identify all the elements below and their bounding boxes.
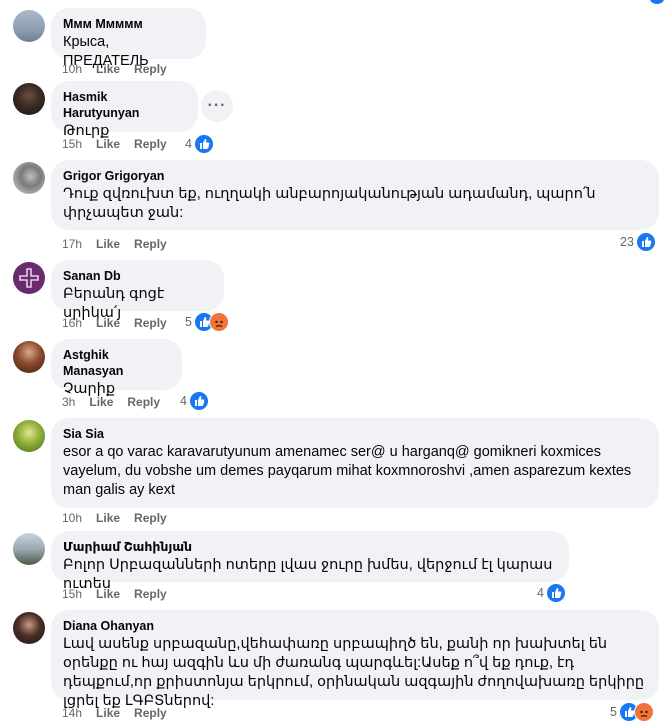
avatar[interactable] bbox=[13, 612, 45, 644]
like-button[interactable]: Like bbox=[96, 586, 120, 602]
comment-bubble: Sanan Db Բերանդ գոցէ սրիկա՛յ bbox=[51, 260, 224, 321]
comment-actions: 15h Like Reply bbox=[62, 586, 181, 602]
more-options-button[interactable]: ··· bbox=[201, 90, 233, 122]
reaction-summary[interactable]: 5 bbox=[610, 702, 654, 722]
comment-actions: 3h Like Reply bbox=[62, 394, 174, 410]
comment-author[interactable]: Hasmik Harutyunyan bbox=[63, 89, 186, 121]
reaction-edge bbox=[650, 0, 664, 4]
comment-bubble: Grigor Grigoryan Դուք զվռուխտ եք, ուղղակ… bbox=[51, 160, 659, 230]
reply-button[interactable]: Reply bbox=[134, 705, 167, 721]
like-reaction-icon bbox=[188, 391, 209, 411]
comment-bubble: Hasmik Harutyunyan Թուրք bbox=[51, 81, 198, 139]
comment-actions: 10h Like Reply bbox=[62, 61, 181, 77]
comment-actions: 16h Like Reply bbox=[62, 315, 181, 331]
comment-author[interactable]: Sia Sia bbox=[63, 426, 647, 442]
comment-actions: 15h Like Reply bbox=[62, 136, 181, 152]
comment-bubble: Astghik Manasyan Չարիք bbox=[51, 339, 182, 397]
reaction-summary[interactable]: 23 bbox=[620, 232, 656, 252]
comment-bubble: Sia Sia esor a qo varac karavarutyunum a… bbox=[51, 418, 659, 508]
reply-button[interactable]: Reply bbox=[134, 586, 167, 602]
comment-text: Լավ ասենք սրբազանը,վեհափառը սրբապիղծ են,… bbox=[63, 636, 645, 709]
comment-text: esor a qo varac karavarutyunum amenamec … bbox=[63, 444, 632, 498]
reaction-summary[interactable]: 4 bbox=[185, 134, 214, 154]
comment-bubble: Diana Ohanyan Լավ ասենք սրբազանը,վեհափառ… bbox=[51, 610, 659, 709]
reaction-count: 5 bbox=[185, 315, 192, 329]
reaction-count: 5 bbox=[610, 705, 617, 719]
comment-author[interactable]: Sanan Db bbox=[63, 268, 212, 284]
comment-time[interactable]: 14h bbox=[62, 705, 82, 721]
comment-time[interactable]: 15h bbox=[62, 586, 82, 602]
reaction-summary[interactable]: 5 bbox=[185, 312, 229, 332]
reaction-summary[interactable]: 4 bbox=[180, 391, 209, 411]
reaction-summary[interactable]: 4 bbox=[537, 583, 566, 603]
comment-bubble: Մարիամ Շահինյան Բոլոր Սրբազանների ոտերը … bbox=[51, 531, 569, 592]
comment-actions: 14h Like Reply bbox=[62, 705, 181, 721]
like-reaction-icon bbox=[635, 232, 656, 252]
comment-actions: 17h Like Reply bbox=[62, 236, 181, 252]
cross-emblem-icon bbox=[19, 268, 39, 288]
comment-author[interactable]: Grigor Grigoryan bbox=[63, 168, 647, 184]
like-button[interactable]: Like bbox=[96, 510, 120, 526]
comment-author[interactable]: Ммм Ммммм bbox=[63, 16, 194, 32]
avatar[interactable] bbox=[13, 262, 45, 294]
avatar[interactable] bbox=[13, 10, 45, 42]
ellipsis-icon: ··· bbox=[207, 97, 227, 114]
comment-bubble: Ммм Ммммм Крыса, ПРЕДАТЕЛЬ bbox=[51, 8, 206, 69]
reply-button[interactable]: Reply bbox=[134, 510, 167, 526]
reaction-count: 4 bbox=[185, 137, 192, 151]
comment-text: Դուք զվռուխտ եք, ուղղակի անբարոյականությ… bbox=[63, 186, 596, 221]
comment-actions: 10h Like Reply bbox=[62, 510, 181, 526]
avatar[interactable] bbox=[13, 341, 45, 373]
like-button[interactable]: Like bbox=[89, 394, 113, 410]
reaction-count: 23 bbox=[620, 235, 634, 249]
angry-reaction-icon bbox=[208, 312, 229, 332]
avatar[interactable] bbox=[13, 533, 45, 565]
avatar[interactable] bbox=[13, 162, 45, 194]
reply-button[interactable]: Reply bbox=[134, 236, 167, 252]
comment-time[interactable]: 16h bbox=[62, 315, 82, 331]
reply-button[interactable]: Reply bbox=[134, 61, 167, 77]
reply-button[interactable]: Reply bbox=[127, 394, 160, 410]
like-button[interactable]: Like bbox=[96, 136, 120, 152]
comment-time[interactable]: 17h bbox=[62, 236, 82, 252]
comment-time[interactable]: 15h bbox=[62, 136, 82, 152]
like-button[interactable]: Like bbox=[96, 236, 120, 252]
reaction-count: 4 bbox=[180, 394, 187, 408]
like-reaction-icon bbox=[193, 134, 214, 154]
reply-button[interactable]: Reply bbox=[134, 315, 167, 331]
like-button[interactable]: Like bbox=[96, 315, 120, 331]
like-reaction-icon bbox=[545, 583, 566, 603]
comment-time[interactable]: 3h bbox=[62, 394, 75, 410]
reaction-count: 4 bbox=[537, 586, 544, 600]
like-button[interactable]: Like bbox=[96, 705, 120, 721]
comment-time[interactable]: 10h bbox=[62, 510, 82, 526]
reply-button[interactable]: Reply bbox=[134, 136, 167, 152]
angry-reaction-icon bbox=[633, 702, 654, 722]
comment-time[interactable]: 10h bbox=[62, 61, 82, 77]
comment-author[interactable]: Մարիամ Շահինյան bbox=[63, 539, 557, 555]
like-button[interactable]: Like bbox=[96, 61, 120, 77]
comment-author[interactable]: Astghik Manasyan bbox=[63, 347, 170, 379]
avatar[interactable] bbox=[13, 420, 45, 452]
comment-author[interactable]: Diana Ohanyan bbox=[63, 618, 647, 634]
avatar[interactable] bbox=[13, 83, 45, 115]
